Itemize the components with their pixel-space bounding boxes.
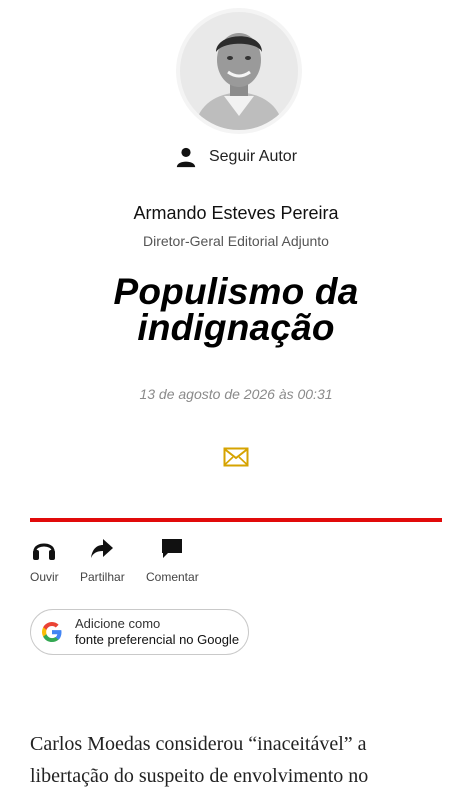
follow-author-label: Seguir Autor — [208, 148, 298, 165]
article-body-line-1: Carlos Moedas considerou “inaceitável” a — [30, 733, 367, 755]
user-icon — [176, 147, 196, 168]
mail-icon[interactable] — [223, 446, 249, 468]
google-preferred-source-button[interactable]: Adicione como fonte preferencial no Goog… — [30, 609, 249, 655]
comment-button[interactable]: Comentar — [146, 536, 199, 584]
article-body-line-2: libertação do suspeito de envolvimento n… — [30, 765, 369, 787]
listen-label: Ouvir — [30, 570, 59, 584]
avatar — [180, 12, 298, 130]
article-body: Carlos Moedas considerou “inaceitável” a… — [30, 728, 442, 792]
share-label: Partilhar — [80, 570, 125, 584]
google-button-line-1: Adicione como — [75, 616, 161, 631]
comment-label: Comentar — [146, 570, 199, 584]
comment-icon — [162, 539, 183, 558]
author-role: Diretor-Geral Editorial Adjunto — [143, 233, 329, 249]
follow-author-button[interactable]: Seguir Autor — [0, 144, 472, 170]
author-avatar[interactable] — [180, 12, 298, 130]
google-button-line-2: fonte preferencial no Google — [75, 632, 240, 647]
share-icon — [91, 539, 114, 558]
author-name[interactable]: Armando Esteves Pereira — [0, 203, 472, 224]
article-date: 13 de agosto de 2026 às 00:31 — [139, 386, 333, 402]
article-title-line-2: indignação — [137, 307, 335, 348]
article-title-line-1: Populismo da — [113, 271, 359, 312]
share-button[interactable]: Partilhar — [80, 536, 125, 584]
listen-button[interactable]: Ouvir — [30, 536, 59, 584]
section-divider — [30, 518, 442, 522]
headphones-icon — [33, 543, 56, 560]
article-title: Populismo da indignação — [40, 271, 432, 348]
google-logo-icon — [42, 622, 62, 642]
